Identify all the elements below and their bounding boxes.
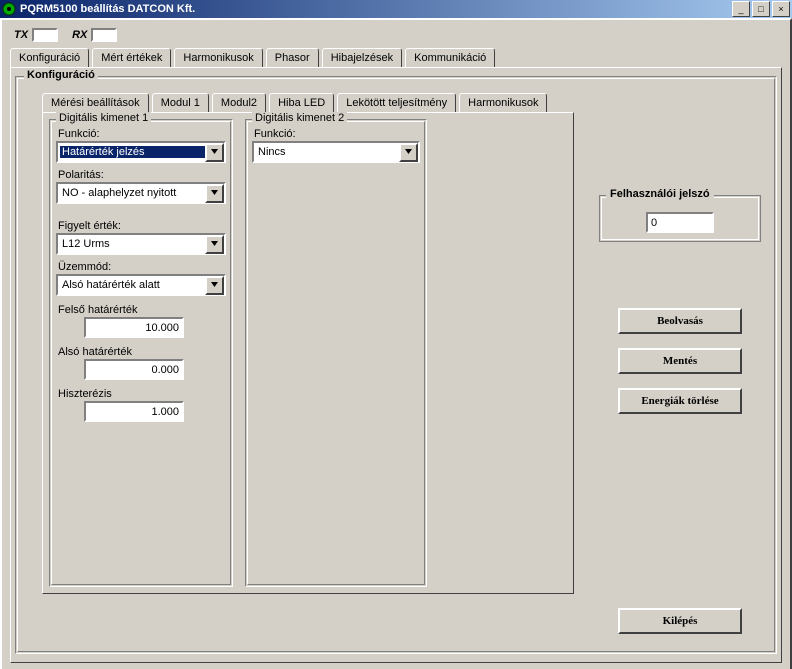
dig1-hiszt-label: Hiszterézis xyxy=(58,388,226,400)
tab-hibajelzesek[interactable]: Hibajelzések xyxy=(322,48,402,67)
password-field: Felhasználói jelszó 0 xyxy=(599,195,761,242)
digitalis-kimenet-1: Digitális kimenet 1 Funkció: Határérték … xyxy=(49,119,233,587)
dig1-also-input[interactable]: 0.000 xyxy=(84,359,184,380)
dig1-uzemmod-label: Üzemmód: xyxy=(58,261,226,273)
chevron-down-icon[interactable] xyxy=(399,143,418,162)
close-button[interactable]: × xyxy=(772,1,790,17)
tab-modul2[interactable]: Modul2 xyxy=(212,93,266,112)
dig1-figyelt-label: Figyelt érték: xyxy=(58,220,226,232)
chevron-down-icon[interactable] xyxy=(205,235,224,254)
read-button[interactable]: Beolvasás xyxy=(618,308,742,334)
dig1-felso-label: Felső határérték xyxy=(58,304,226,316)
dig1-figyelt-value: L12 Urms xyxy=(60,238,205,250)
tab-meresi-beallitasok[interactable]: Mérési beállítások xyxy=(42,93,149,112)
tab-phasor[interactable]: Phasor xyxy=(266,48,319,67)
dig1-also-label: Alsó határérték xyxy=(58,346,226,358)
maximize-button[interactable]: □ xyxy=(752,1,770,17)
tab-lekotott-teljesitmeny[interactable]: Lekötött teljesítmény xyxy=(337,93,456,112)
dig1-funkcio-select[interactable]: Határérték jelzés xyxy=(56,141,226,163)
tab-harmonikusok[interactable]: Harmonikusok xyxy=(174,48,262,67)
chevron-down-icon[interactable] xyxy=(205,184,224,203)
dig1-figyelt-select[interactable]: L12 Urms xyxy=(56,233,226,255)
exit-button[interactable]: Kilépés xyxy=(618,608,742,634)
chevron-down-icon[interactable] xyxy=(205,143,224,162)
digitalis-kimenet-2: Digitális kimenet 2 Funkció: Nincs xyxy=(245,119,427,587)
minimize-button[interactable]: _ xyxy=(732,1,750,17)
dig1-polaritas-label: Polaritás: xyxy=(58,169,226,181)
group-title: Konfiguráció xyxy=(24,69,98,81)
tx-led xyxy=(32,28,58,42)
tab-modul1[interactable]: Modul 1 xyxy=(152,93,209,112)
titlebar: PQRM5100 beállítás DATCON Kft. _ □ × xyxy=(0,0,792,18)
dig1-polaritas-value: NO - alaphelyzet nyitott xyxy=(60,187,205,199)
rx-led xyxy=(91,28,117,42)
dig1-uzemmod-select[interactable]: Alsó határérték alatt xyxy=(56,274,226,296)
tab-hiba-led[interactable]: Hiba LED xyxy=(269,93,334,112)
password-label: Felhasználói jelszó xyxy=(606,188,714,200)
dig1-polaritas-select[interactable]: NO - alaphelyzet nyitott xyxy=(56,182,226,204)
dig1-felso-input[interactable]: 10.000 xyxy=(84,317,184,338)
dig2-funkcio-label: Funkció: xyxy=(254,128,420,140)
dig1-uzemmod-value: Alsó határérték alatt xyxy=(60,279,205,291)
dig2-title: Digitális kimenet 2 xyxy=(252,112,347,124)
dig2-funkcio-value: Nincs xyxy=(256,146,399,158)
dig1-funkcio-label: Funkció: xyxy=(58,128,226,140)
save-button[interactable]: Mentés xyxy=(618,348,742,374)
tab-harmonikusok-inner[interactable]: Harmonikusok xyxy=(459,93,547,112)
dig1-funkcio-value: Határérték jelzés xyxy=(60,146,205,158)
tab-kommunikacio[interactable]: Kommunikáció xyxy=(405,48,495,67)
erase-energy-button[interactable]: Energiák törlése xyxy=(618,388,742,414)
rx-label: RX xyxy=(72,29,87,41)
dig2-funkcio-select[interactable]: Nincs xyxy=(252,141,420,163)
tx-label: TX xyxy=(14,29,28,41)
password-input[interactable]: 0 xyxy=(646,212,714,233)
window-title: PQRM5100 beállítás DATCON Kft. xyxy=(20,3,730,15)
chevron-down-icon[interactable] xyxy=(205,276,224,295)
txrx-panel: TX RX xyxy=(14,28,782,42)
tab-konfiguracio[interactable]: Konfiguráció xyxy=(10,48,89,67)
dig1-hiszt-input[interactable]: 1.000 xyxy=(84,401,184,422)
app-icon xyxy=(2,2,16,16)
tab-mert-ertekek[interactable]: Mért értékek xyxy=(92,48,171,67)
dig1-title: Digitális kimenet 1 xyxy=(56,112,151,124)
